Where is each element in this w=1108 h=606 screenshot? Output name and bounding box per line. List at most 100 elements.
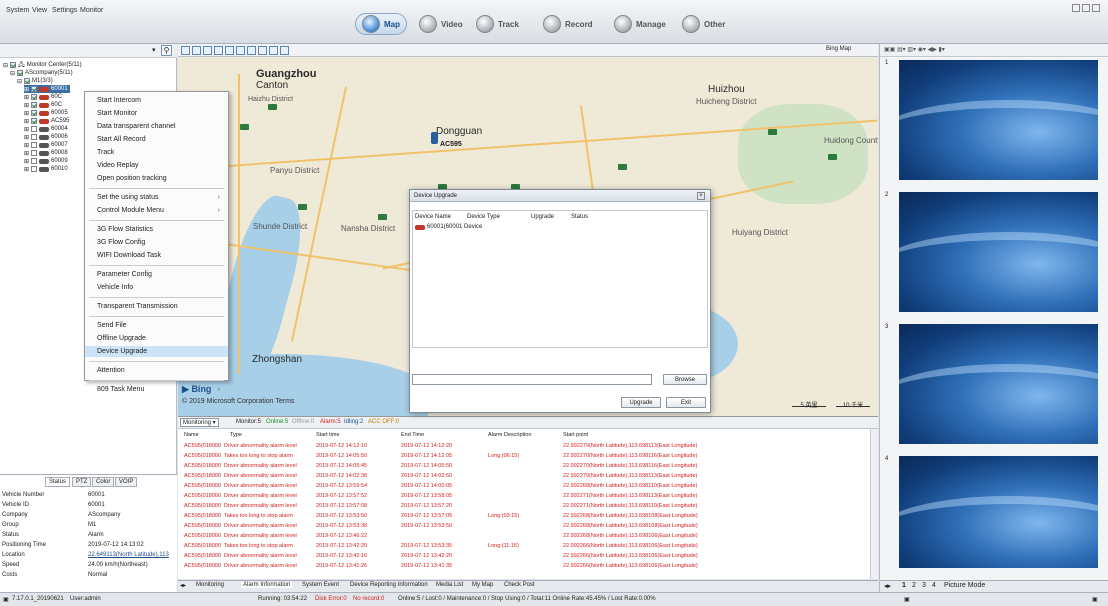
status-icon-b[interactable]: ▣	[1092, 596, 1098, 603]
tree-vehicle[interactable]: ⊞ AC595	[24, 117, 69, 125]
context-menu-item[interactable]: Set the using status ›	[85, 192, 228, 203]
col-start-time[interactable]: Start time	[316, 432, 340, 438]
tree-vehicle[interactable]: ⊞ 60008	[24, 149, 68, 157]
tab-ptz[interactable]: PTZ	[72, 477, 92, 487]
context-menu-item[interactable]: Device Upgrade	[85, 346, 228, 357]
context-menu-item[interactable]: Track	[85, 147, 228, 158]
picture-mode-tab[interactable]: Picture Mode	[944, 582, 985, 589]
alarm-row[interactable]: AC595(018000 Driver abnormality alarm lev…	[178, 503, 868, 511]
menu-settings[interactable]: Settings	[52, 7, 77, 14]
nav-track-button[interactable]: Track	[470, 13, 525, 35]
map-provider-select[interactable]: Bing Map	[826, 46, 851, 52]
tree-vehicle[interactable]: ⊞ 60005	[24, 109, 68, 117]
context-menu-item[interactable]: 3G Flow Config	[85, 237, 228, 248]
col-alarm-description[interactable]: Alarm Description	[488, 432, 531, 438]
dropdown-arrow-icon[interactable]: ▾	[152, 46, 156, 54]
fullscreen-icon[interactable]	[280, 46, 289, 55]
menu-view[interactable]: View	[32, 7, 47, 14]
video-tile-4[interactable]	[899, 456, 1098, 568]
context-menu-item[interactable]: Start All Record	[85, 134, 228, 145]
alarm-row[interactable]: AC595(018000 Takes too long to stop alarm…	[178, 453, 868, 461]
context-menu-item[interactable]: Vehicle Info	[85, 282, 228, 293]
tab-alarm-information[interactable]: Alarm Information	[241, 582, 293, 588]
status-icon-a[interactable]: ▣	[904, 596, 910, 603]
alarm-row[interactable]: AC595(018000 Driver abnormality alarm lev…	[178, 493, 868, 501]
grid-icon[interactable]	[269, 46, 278, 55]
zoom-in-icon[interactable]	[181, 46, 190, 55]
nav-video-button[interactable]: Video	[413, 13, 469, 35]
alarm-row[interactable]: AC595(018000 Driver abnormality alarm lev…	[178, 473, 868, 481]
tab-system-event[interactable]: System Event	[302, 582, 339, 588]
marker-icon[interactable]	[236, 46, 245, 55]
context-menu-item[interactable]: Data transparent channel	[85, 121, 228, 132]
col-name[interactable]: Name	[184, 432, 199, 438]
context-menu-item[interactable]: Open position tracking	[85, 173, 228, 184]
device-row[interactable]: 60001(60001 Device	[415, 224, 482, 230]
search-area-icon[interactable]	[258, 46, 267, 55]
alarm-row[interactable]: AC595(018000 Driver abnormality alarm lev…	[178, 523, 868, 531]
menu-system[interactable]: System	[6, 7, 29, 14]
context-menu-item[interactable]: Send File	[85, 320, 228, 331]
col-type[interactable]: Type	[230, 432, 242, 438]
video-tile-2[interactable]	[899, 192, 1098, 312]
col-upgrade[interactable]: Upgrade	[531, 214, 554, 220]
context-menu-item[interactable]: Attention	[85, 365, 228, 376]
alarm-row[interactable]: AC595(018000 Driver abnormality alarm lev…	[178, 533, 868, 541]
circle-select-icon[interactable]	[214, 46, 223, 55]
upgrade-button[interactable]: Upgrade	[621, 397, 661, 408]
context-menu-item[interactable]: Parameter Config	[85, 269, 228, 280]
context-menu-item[interactable]: Video Replay	[85, 160, 228, 171]
tree-vehicle[interactable]: ⊞ 60010	[24, 165, 68, 173]
tree-vehicle[interactable]: ⊞ 60006	[24, 133, 68, 141]
dialog-close-icon[interactable]: ×	[697, 192, 705, 200]
alarm-row[interactable]: AC595(018000 Driver abnormality alarm lev…	[178, 553, 868, 561]
context-menu-item[interactable]: 3G Flow Statistics	[85, 224, 228, 235]
tree-root[interactable]: ⊟ 🖧 Monitor Center(5/11)	[3, 61, 82, 69]
tree-vehicle[interactable]: ⊞ 60C	[24, 101, 62, 109]
context-menu-item[interactable]: Offline Upgrade	[85, 333, 228, 344]
file-path-input[interactable]	[412, 374, 652, 385]
tab-monitoring[interactable]: Monitoring	[196, 582, 224, 588]
alarm-row[interactable]: AC595(018000 Driver abnormality alarm lev…	[178, 463, 868, 471]
tab-device-reporting[interactable]: Device Reporting Information	[350, 582, 428, 588]
context-menu-item[interactable]: Start Intercom	[85, 95, 228, 106]
browse-button[interactable]: Browse	[663, 374, 707, 385]
tab-check-post[interactable]: Check Post	[504, 582, 535, 588]
menu-monitor[interactable]: Monitor	[80, 7, 103, 14]
col-start-point[interactable]: Start point	[563, 432, 588, 438]
info-value[interactable]: 22.649113(North Latitude),113	[88, 552, 169, 558]
col-device-type[interactable]: Device Type	[467, 214, 500, 220]
tree-vehicle[interactable]: ⊞ 60009	[24, 157, 68, 165]
vehicle-marker-icon[interactable]	[431, 132, 438, 144]
alarm-row[interactable]: AC595(018000 Driver abnormality alarm lev…	[178, 443, 868, 451]
tab-status[interactable]: Status	[45, 477, 71, 487]
close-window-button[interactable]	[1092, 4, 1100, 12]
context-menu-item[interactable]: Start Monitor	[85, 108, 228, 119]
context-menu-item[interactable]: Transparent Transmission	[85, 301, 228, 312]
alarm-row[interactable]: AC595(018000 Takes too long to stop alarm…	[178, 543, 868, 551]
zoom-out-icon[interactable]	[192, 46, 201, 55]
tab-prev-icon[interactable]: ◂▸	[180, 582, 186, 589]
line-icon[interactable]	[247, 46, 256, 55]
page-nav-icon[interactable]: ◂▸	[884, 582, 891, 590]
maximize-button[interactable]	[1082, 4, 1090, 12]
video-toolbar-icons[interactable]: ▣▣ ▤▾ ▥▾ ◉▾ ◀▶ ▮▾	[884, 46, 945, 53]
minimize-button[interactable]	[1072, 4, 1080, 12]
rect-select-icon[interactable]	[225, 46, 234, 55]
video-page-2[interactable]: 2	[912, 582, 916, 589]
tab-voip[interactable]: VOIP	[115, 477, 138, 487]
alarm-row[interactable]: AC595(018000 Driver abnormality alarm lev…	[178, 563, 868, 571]
tree-vehicle-selected[interactable]: ⊞ 60001	[24, 85, 70, 93]
nav-record-button[interactable]: Record	[537, 13, 599, 35]
context-menu-item[interactable]: Control Module Menu ›	[85, 205, 228, 216]
nav-map-button[interactable]: Map	[355, 13, 407, 35]
alarm-row[interactable]: AC595(018000 Takes too long to stop alarm…	[178, 513, 868, 521]
context-menu-item[interactable]: WIFI Download Task	[85, 250, 228, 261]
video-page-1[interactable]: 1	[902, 582, 906, 589]
col-end-time[interactable]: End Time	[401, 432, 424, 438]
nav-manage-button[interactable]: Manage	[608, 13, 672, 35]
col-device-name[interactable]: Device Name	[415, 214, 451, 220]
video-tile-1[interactable]	[899, 60, 1098, 180]
tree-vehicle[interactable]: ⊞ 60004	[24, 125, 68, 133]
tab-color[interactable]: Color	[92, 477, 115, 487]
